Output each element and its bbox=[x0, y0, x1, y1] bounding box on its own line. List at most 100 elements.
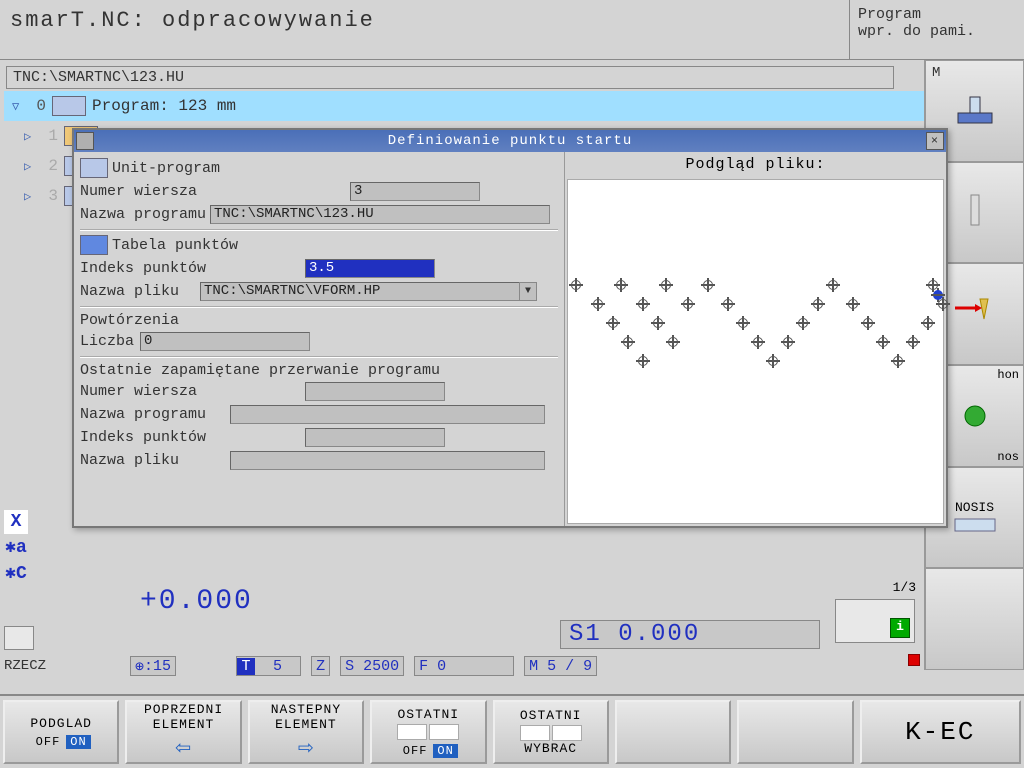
tree-label: Program: 123 mm bbox=[92, 97, 236, 115]
file-preview-canvas bbox=[567, 179, 944, 524]
page-indicator: 1/3 bbox=[828, 580, 922, 595]
point-idx-label: Indeks punktów bbox=[80, 260, 230, 277]
lb-idx-label: Indeks punktów bbox=[80, 429, 230, 446]
arrow-right-icon: ⇨ bbox=[298, 732, 315, 763]
last-break-label: Ostatnie zapamiętane przerwanie programu bbox=[80, 362, 558, 379]
sk-on: ON bbox=[66, 735, 90, 749]
python-icon bbox=[960, 401, 990, 431]
sk-on: ON bbox=[433, 744, 457, 758]
s-feed: S 2500 bbox=[340, 656, 404, 676]
lb-prog-input[interactable] bbox=[230, 405, 545, 424]
lb-file-input[interactable] bbox=[230, 451, 545, 470]
position-readout: +0.000 bbox=[140, 586, 253, 617]
tree-toggle-icon[interactable]: ▷ bbox=[24, 189, 38, 204]
softkey-kec[interactable]: K-EC bbox=[860, 700, 1021, 764]
program-path: TNC:\SMARTNC\123.HU bbox=[6, 66, 894, 89]
line-no-label: Numer wiersza bbox=[80, 183, 230, 200]
line-no-input[interactable] bbox=[350, 182, 480, 201]
lb-line-input[interactable] bbox=[305, 382, 445, 401]
tree-toggle-icon[interactable]: ▷ bbox=[24, 159, 38, 174]
t-label: T bbox=[237, 658, 255, 675]
softkey-prev-element[interactable]: POPRZEDNI ELEMENT ⇦ bbox=[125, 700, 241, 764]
f-value: F 0 bbox=[414, 656, 514, 676]
softkey-blank-2[interactable] bbox=[737, 700, 853, 764]
softkey-next-element[interactable]: NASTEPNY ELEMENT ⇨ bbox=[248, 700, 364, 764]
sk-off: OFF bbox=[399, 744, 432, 758]
softkey-blank-1[interactable] bbox=[615, 700, 731, 764]
softkey-bar: PODGLAD OFF ON POPRZEDNI ELEMENT ⇦ NASTE… bbox=[0, 694, 1024, 768]
record-indicator bbox=[908, 654, 920, 666]
m-value: M 5 / 9 bbox=[524, 656, 597, 676]
start-point-dialog: Definiowanie punktu startu × Unit-progra… bbox=[72, 128, 948, 528]
mode-panel: Program wpr. do pami. bbox=[849, 0, 1024, 59]
sk-label: NASTEPNY bbox=[271, 702, 341, 717]
prog-name-input[interactable] bbox=[210, 205, 550, 224]
kec-label: K-EC bbox=[905, 717, 975, 747]
tree-num: 1 bbox=[38, 127, 58, 145]
axis-x: X bbox=[4, 510, 28, 534]
mini-icons bbox=[397, 724, 459, 740]
axis-a: ✱a bbox=[4, 536, 28, 560]
side-blank-button[interactable] bbox=[925, 568, 1024, 670]
arrow-left-icon: ⇦ bbox=[175, 732, 192, 763]
side-m-label: M bbox=[932, 65, 940, 81]
prog-name-label: Nazwa programu bbox=[80, 206, 210, 223]
sk-label: PODGLAD bbox=[30, 716, 92, 731]
lb-line-label: Numer wiersza bbox=[80, 383, 230, 400]
t-value: 5 bbox=[255, 658, 300, 675]
z-label: Z bbox=[311, 656, 330, 676]
tree-num: 3 bbox=[38, 187, 58, 205]
sk-label2: WYBRAC bbox=[524, 741, 577, 756]
tree-toggle-icon[interactable]: ▽ bbox=[12, 99, 26, 114]
count-input[interactable] bbox=[140, 332, 310, 351]
close-icon[interactable]: × bbox=[926, 132, 944, 150]
tree-num: 0 bbox=[26, 97, 46, 115]
machine-icon bbox=[950, 93, 1000, 129]
app-title: smarT.NC: odpracowywanie bbox=[0, 0, 849, 59]
spindle-display: S1 0.000 bbox=[560, 620, 820, 649]
lb-file-label: Nazwa pliku bbox=[80, 452, 230, 469]
sk-off: OFF bbox=[32, 735, 65, 749]
machine-icon bbox=[4, 626, 34, 650]
softkey-ostatni-wybrac[interactable]: OSTATNI WYBRAC bbox=[493, 700, 609, 764]
tool-icon bbox=[950, 294, 1000, 334]
info-doc-icon[interactable] bbox=[835, 599, 915, 643]
mini-icons bbox=[520, 725, 582, 741]
unit-program-icon bbox=[80, 158, 108, 178]
softkey-podglad[interactable]: PODGLAD OFF ON bbox=[3, 700, 119, 764]
dialog-title-text: Definiowanie punktu startu bbox=[388, 133, 632, 149]
point-table-icon bbox=[80, 235, 108, 255]
lb-idx-input[interactable] bbox=[305, 428, 445, 447]
tree-num: 2 bbox=[38, 157, 58, 175]
diag-icon bbox=[953, 515, 997, 535]
rzecz-label: RZECZ bbox=[4, 658, 46, 674]
repeat-label: Powtórzenia bbox=[80, 312, 558, 329]
datum-val: ⊕:15 bbox=[130, 656, 176, 676]
mode-line1: Program bbox=[858, 6, 1016, 23]
file-input[interactable] bbox=[200, 282, 520, 301]
python-label: hon bbox=[997, 368, 1019, 382]
count-label: Liczba bbox=[80, 333, 140, 350]
dialog-icon bbox=[76, 132, 94, 150]
point-idx-input[interactable]: 3.5 bbox=[305, 259, 435, 278]
file-label: Nazwa pliku bbox=[80, 283, 200, 300]
sk-label2: ELEMENT bbox=[153, 717, 215, 732]
tree-toggle-icon[interactable]: ▷ bbox=[24, 129, 38, 144]
sk-label2: ELEMENT bbox=[275, 717, 337, 732]
program-icon bbox=[52, 96, 86, 116]
sk-label: OSTATNI bbox=[520, 708, 582, 723]
sk-label: POPRZEDNI bbox=[144, 702, 223, 717]
tree-row-0[interactable]: ▽ 0 Program: 123 mm bbox=[4, 91, 924, 121]
softkey-ostatni-toggle[interactable]: OSTATNI OFF ON bbox=[370, 700, 486, 764]
demos-label: nos bbox=[997, 450, 1019, 464]
unit-program-label: Unit-program bbox=[112, 160, 220, 177]
point-table-label: Tabela punktów bbox=[112, 237, 238, 254]
dropdown-arrow-icon[interactable]: ▼ bbox=[519, 282, 537, 301]
mode-line2: wpr. do pami. bbox=[858, 23, 1016, 40]
diag-label: NOSIS bbox=[955, 500, 994, 515]
axis-c: ✱C bbox=[4, 562, 28, 586]
dialog-titlebar[interactable]: Definiowanie punktu startu × bbox=[74, 130, 946, 152]
sk-label: OSTATNI bbox=[398, 707, 460, 722]
preview-title: Podgląd pliku: bbox=[565, 152, 946, 177]
lb-prog-label: Nazwa programu bbox=[80, 406, 230, 423]
